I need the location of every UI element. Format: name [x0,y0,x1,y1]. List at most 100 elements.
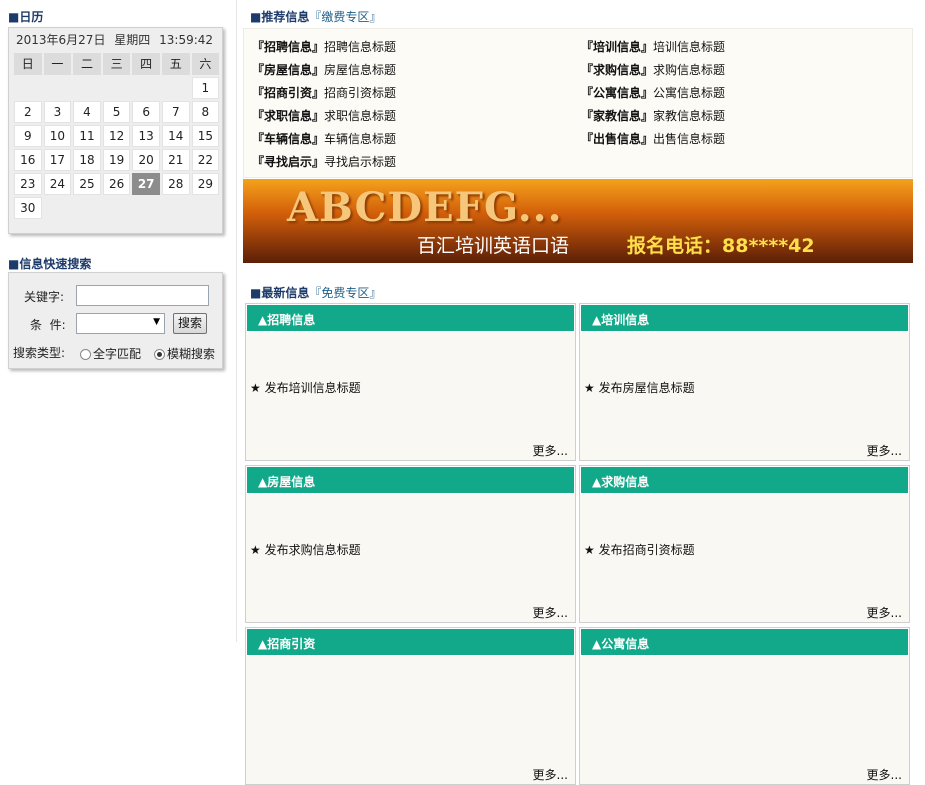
recommend-item[interactable]: 『车辆信息』车辆信息标题 [252,130,396,147]
calendar-weekday-header: 四 [132,53,160,75]
latest-card-item[interactable]: ★ 发布求购信息标题 [250,541,361,558]
radio-fuzzy-label: 模糊搜索 [167,347,216,361]
calendar-grid: 日一二三四五六 1 2 3 4 5 6 7 8 9 10 11 12 13 14 15 16 17 18 19 20 21… [13,52,220,220]
radio-exact-icon[interactable] [80,349,91,360]
recommend-item[interactable]: 『招商引资』招商引资标题 [252,84,396,101]
calendar-day[interactable]: 28 [161,173,190,195]
latest-card-item[interactable]: ★ 发布招商引资标题 [584,541,695,558]
calendar-day[interactable]: 10 [43,125,72,147]
search-button[interactable]: 搜索 [173,313,207,334]
latest-card-header[interactable]: ▲求购信息 [580,466,909,494]
recommend-item-title: 招商引资标题 [324,86,397,100]
recommend-item-category: 『车辆信息』 [252,132,325,146]
recommend-item-category: 『房屋信息』 [252,63,325,77]
recommend-item-category: 『招商引资』 [252,86,325,100]
calendar-day[interactable]: 23 [14,173,42,195]
recommend-item[interactable]: 『出售信息』出售信息标题 [581,130,725,147]
calendar-day[interactable]: 26 [102,173,131,195]
calendar-empty-cell [13,76,43,100]
latest-card-header[interactable]: ▲招商引资 [246,628,575,656]
latest-card: ▲培训信息 ★ 发布房屋信息标题更多... [579,303,910,461]
calendar-weekday-header: 日 [14,53,42,75]
recommend-item[interactable]: 『房屋信息』房屋信息标题 [252,61,396,78]
calendar-weekday-header: 五 [161,53,190,75]
recommend-item[interactable]: 『求购信息』求购信息标题 [581,61,725,78]
calendar-day[interactable]: 27 [132,173,160,195]
calendar-day[interactable]: 18 [73,149,101,171]
recommend-item-category: 『寻找启示』 [252,155,325,169]
latest-card-header[interactable]: ▲培训信息 [580,304,909,332]
calendar-date: 2013年6月27日 [16,33,106,47]
calendar-day[interactable]: 9 [14,125,42,147]
calendar-empty-cell [191,196,221,220]
more-link[interactable]: 更多... [867,442,902,459]
calendar-day[interactable]: 13 [132,125,160,147]
radio-fuzzy[interactable]: 模糊搜索 [154,345,215,362]
calendar-day[interactable]: 11 [73,125,101,147]
calendar-day[interactable]: 1 [191,77,220,99]
calendar-empty-cell [72,196,102,220]
condition-label: 条 件: [30,318,66,332]
calendar-day[interactable]: 30 [14,197,42,219]
more-link[interactable]: 更多... [533,604,568,621]
calendar-day[interactable]: 4 [73,101,101,123]
recommend-item[interactable]: 『招聘信息』招聘信息标题 [252,38,396,55]
condition-select[interactable]: ▼ [76,313,165,334]
recommend-item-title: 求职信息标题 [324,109,397,123]
calendar-week-row: 23 24 25 26 27 28 29 [13,172,220,196]
calendar-day[interactable]: 21 [161,149,190,171]
calendar-day[interactable]: 3 [43,101,72,123]
calendar-day[interactable]: 17 [43,149,72,171]
calendar-day[interactable]: 12 [102,125,131,147]
banner-phone: 报名电话：88****42 [627,235,815,257]
calendar-empty-cell [43,76,73,100]
recommend-item[interactable]: 『家教信息』家教信息标题 [581,107,725,124]
more-link[interactable]: 更多... [533,766,568,783]
calendar-day[interactable]: 25 [73,173,101,195]
radio-fuzzy-icon[interactable] [154,349,165,360]
calendar-day[interactable]: 8 [191,101,220,123]
quick-search-panel: 关键字: 条 件: ▼ 搜索 搜索类型: 全字匹配 模糊搜索 [8,272,223,369]
calendar-day[interactable]: 24 [43,173,72,195]
latest-card-header[interactable]: ▲房屋信息 [246,466,575,494]
calendar-day[interactable]: 20 [132,149,160,171]
calendar-day[interactable]: 19 [102,149,131,171]
calendar-day[interactable]: 16 [14,149,42,171]
calendar-empty-cell [102,76,132,100]
radio-exact[interactable]: 全字匹配 [80,345,141,362]
latest-title-text: ■最新信息 [250,286,310,300]
calendar-day[interactable]: 7 [161,101,190,123]
calendar-day[interactable]: 29 [191,173,220,195]
latest-card-item[interactable]: ★ 发布房屋信息标题 [584,379,695,396]
calendar-week-row: 30 [13,196,220,220]
latest-subtitle[interactable]: 『免费专区』 [309,286,381,300]
more-link[interactable]: 更多... [867,766,902,783]
calendar-week-row: 9 10 11 12 13 14 15 [13,124,220,148]
recommend-item-title: 公寓信息标题 [653,86,726,100]
recommend-item[interactable]: 『求职信息』求职信息标题 [252,107,396,124]
keyword-input[interactable] [76,285,209,306]
more-link[interactable]: 更多... [533,442,568,459]
latest-card: ▲求购信息 ★ 发布招商引资标题更多... [579,465,910,623]
calendar-day[interactable]: 2 [14,101,42,123]
calendar-empty-cell [43,196,73,220]
latest-card-header[interactable]: ▲公寓信息 [580,628,909,656]
ad-banner[interactable]: ABCDEFG... 百汇培训英语口语 报名电话：88****42 [243,179,913,263]
keyword-label: 关键字: [24,290,65,304]
calendar-day[interactable]: 14 [161,125,190,147]
calendar-weekday-header: 六 [191,53,220,75]
calendar-week-row: 1 [13,76,220,100]
calendar-day[interactable]: 5 [102,101,131,123]
more-link[interactable]: 更多... [867,604,902,621]
recommend-subtitle[interactable]: 『缴费专区』 [309,10,381,24]
latest-card-item[interactable]: ★ 发布培训信息标题 [250,379,361,396]
recommend-panel: 『招聘信息』招聘信息标题 『培训信息』培训信息标题『房屋信息』房屋信息标题 『求购信… [243,28,913,178]
recommend-item[interactable]: 『寻找启示』寻找启示标题 [252,153,396,170]
calendar-day[interactable]: 15 [191,125,220,147]
calendar-day[interactable]: 22 [191,149,220,171]
recommend-item[interactable]: 『培训信息』培训信息标题 [581,38,725,55]
calendar-empty-cell [72,76,102,100]
latest-card-header[interactable]: ▲招聘信息 [246,304,575,332]
recommend-item[interactable]: 『公寓信息』公寓信息标题 [581,84,725,101]
calendar-day[interactable]: 6 [132,101,160,123]
